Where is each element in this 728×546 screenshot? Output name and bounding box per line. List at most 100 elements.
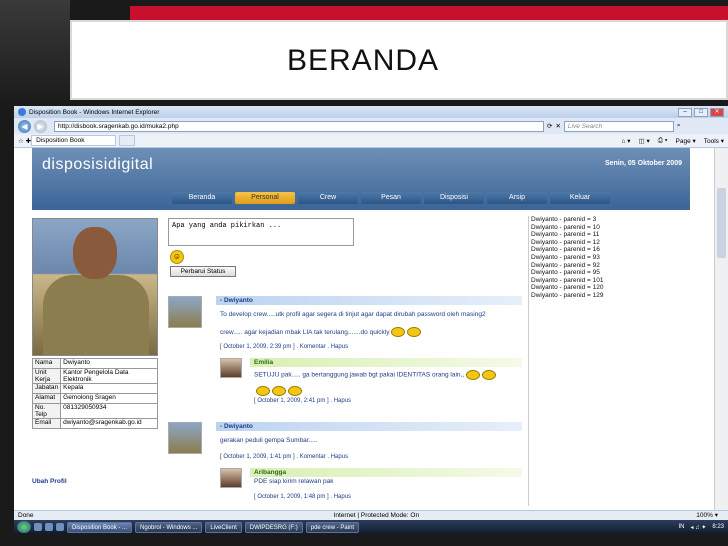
post-reply: Aribangga PDE siap kirim relawan pak [ O… bbox=[220, 468, 522, 508]
new-tab-button[interactable] bbox=[118, 135, 135, 146]
tools-menu[interactable]: Tools ▾ bbox=[704, 137, 724, 145]
nav-keluar[interactable]: Keluar bbox=[550, 192, 610, 204]
feeds-icon[interactable]: ◫ ▾ bbox=[639, 137, 650, 145]
maximize-button[interactable]: □ bbox=[694, 107, 708, 117]
list-item: Dwiyanto - parenid = 11 bbox=[531, 231, 600, 239]
profile-row: No. Telp 081329050934 bbox=[31, 403, 158, 419]
browser-tab[interactable]: Disposition Book bbox=[31, 135, 116, 146]
favorites-star-icon[interactable]: ☆ ✚ bbox=[18, 137, 31, 145]
print-icon[interactable]: ⎙ ▾ bbox=[658, 137, 668, 145]
quicklaunch-icon[interactable] bbox=[34, 523, 42, 531]
ie-icon bbox=[18, 108, 26, 116]
status-input[interactable]: Apa yang anda pikirkan ... bbox=[168, 218, 354, 246]
list-item: Dwiyanto - parenid = 3 bbox=[531, 216, 597, 223]
emoticon-icon bbox=[256, 385, 270, 396]
profile-table: Nama Dwiyanto Unit Kerja Kantor Pengelola … bbox=[31, 358, 158, 429]
taskbar-item[interactable]: pde crew - Paint bbox=[305, 521, 360, 533]
slide-title-box: BERANDA bbox=[70, 20, 728, 100]
photo-body bbox=[43, 275, 149, 355]
list-item: Dwiyanto - parenid = 92 bbox=[531, 261, 600, 269]
browser-screenshot: Disposition Book - Windows Internet Expl… bbox=[14, 106, 728, 534]
parent-id-list: Dwiyanto - parenid = 3 Dwiyanto - pareni… bbox=[528, 216, 688, 506]
feed-post: - Dwiyanto gerakan peduli gempa Sumbar..… bbox=[168, 422, 522, 508]
taskbar-item[interactable]: Disposition Book - ... bbox=[67, 521, 133, 533]
feed-post: - Dwiyanto To develop crew.....utk profi… bbox=[168, 296, 522, 406]
address-bar: ◀ ▶ http://disbook.sragenkab.go.id/muka2… bbox=[14, 118, 728, 134]
quicklaunch-icon[interactable] bbox=[56, 523, 64, 531]
emoticon-icon bbox=[482, 370, 497, 380]
back-button[interactable]: ◀ bbox=[18, 119, 31, 133]
search-icon[interactable]: ⌕ bbox=[677, 122, 681, 130]
list-item: Dwiyanto - parenid = 93 bbox=[531, 253, 600, 261]
emoticon-icon bbox=[391, 327, 406, 338]
site-date: Senin, 05 Oktober 2009 bbox=[604, 160, 682, 167]
forward-button[interactable]: ▶ bbox=[34, 119, 47, 133]
reply-meta[interactable]: [ October 1, 2009, 1:48 pm ] . Hapus bbox=[254, 494, 351, 500]
smiley-icon[interactable]: ☺ bbox=[170, 250, 184, 264]
minimize-button[interactable]: – bbox=[678, 107, 692, 117]
nav-pesan[interactable]: Pesan bbox=[361, 192, 421, 204]
profile-key: Nama bbox=[31, 358, 62, 369]
post-text-line2: crew..... agar kejadian mbak LIA tak ter… bbox=[220, 326, 422, 340]
nav-crew[interactable]: Crew bbox=[298, 192, 358, 204]
emoticon-icon bbox=[466, 370, 481, 380]
window-title: Disposition Book - Windows Internet Expl… bbox=[29, 108, 160, 116]
reply-author[interactable]: Emilia bbox=[250, 358, 522, 367]
edit-profile-link[interactable]: Ubah Profil bbox=[32, 478, 67, 485]
nav-arsip[interactable]: Arsip bbox=[487, 192, 547, 204]
zoom-level[interactable]: 100% ▾ bbox=[696, 511, 718, 520]
taskbar-item[interactable]: LiveClient bbox=[205, 521, 242, 533]
emoticon-icon bbox=[288, 385, 302, 396]
close-button[interactable]: ✕ bbox=[710, 107, 724, 117]
list-item: Dwiyanto - parenid = 16 bbox=[531, 246, 600, 254]
refresh-icon[interactable]: ⟳ bbox=[547, 122, 552, 130]
emoticon-icon bbox=[407, 327, 422, 338]
list-item: Dwiyanto - parenid = 12 bbox=[531, 238, 600, 246]
reply-avatar bbox=[220, 468, 242, 488]
profile-key: Email bbox=[31, 418, 62, 429]
list-item: Dwiyanto - parenid = 10 bbox=[531, 223, 600, 231]
reply-meta[interactable]: [ October 1, 2009, 2:41 pm ] . Hapus bbox=[254, 398, 351, 404]
profile-row: Email dwiyanto@sragenkab.go.id bbox=[31, 418, 158, 429]
quicklaunch-icon[interactable] bbox=[45, 523, 53, 531]
profile-value: 081329050934 bbox=[60, 403, 158, 419]
post-meta[interactable]: [ October 1, 2009, 1:41 pm ] . Komentar … bbox=[220, 454, 348, 460]
profile-row: Alamat Gemolong Sragen bbox=[31, 393, 158, 404]
slide-title: BERANDA bbox=[287, 44, 440, 77]
post-text: To develop crew.....utk profil agar sege… bbox=[220, 311, 486, 318]
profile-key: Jabatan bbox=[31, 383, 62, 394]
tray-icons[interactable]: ◂ ♫ ✦ bbox=[690, 524, 706, 531]
profile-value: dwiyanto@sragenkab.go.id bbox=[60, 418, 158, 429]
update-status-button[interactable]: Perbarui Status bbox=[170, 266, 236, 277]
post-text: gerakan peduli gempa Sumbar..... bbox=[220, 437, 318, 444]
post-author[interactable]: - Dwiyanto bbox=[216, 296, 522, 305]
nav-beranda[interactable]: Beranda bbox=[172, 192, 232, 204]
window-controls: – □ ✕ bbox=[678, 107, 724, 117]
post-author[interactable]: - Dwiyanto bbox=[216, 422, 522, 431]
reply-text: PDE siap kirim relawan pak bbox=[254, 478, 334, 485]
home-icon[interactable]: ⌂ ▾ bbox=[622, 137, 631, 145]
stop-icon[interactable]: ✕ bbox=[555, 122, 560, 130]
post-meta[interactable]: [ October 1, 2009, 2:39 pm ] . Komentar … bbox=[220, 344, 348, 350]
tab-bar: ☆ ✚ Disposition Book ⌂ ▾ ◫ ▾ ⎙ ▾ Page ▾ … bbox=[14, 134, 728, 148]
start-button[interactable] bbox=[17, 521, 31, 533]
post-text-content: crew..... agar kejadian mbak LIA tak ter… bbox=[220, 329, 390, 336]
profile-key: Alamat bbox=[31, 393, 62, 404]
taskbar-item[interactable]: DWIPDESRG (F:) bbox=[244, 521, 303, 533]
profile-value: Gemolong Sragen bbox=[60, 393, 158, 404]
scroll-thumb[interactable] bbox=[717, 188, 726, 258]
profile-row: Nama Dwiyanto bbox=[31, 358, 158, 369]
post-avatar bbox=[168, 422, 202, 454]
profile-value: Kantor Pengelola Data Elektronik bbox=[60, 368, 158, 384]
search-input[interactable]: Live Search bbox=[563, 120, 674, 132]
nav-disposisi[interactable]: Disposisi bbox=[424, 192, 484, 204]
url-field[interactable]: http://disbook.sragenkab.go.id/muka2.php bbox=[54, 120, 544, 132]
page-menu[interactable]: Page ▾ bbox=[676, 137, 696, 145]
language-indicator[interactable]: IN bbox=[678, 524, 684, 531]
reply-author[interactable]: Aribangga bbox=[250, 468, 522, 477]
reply-text: SETUJU pak..... ga bertanggung jawab bgt… bbox=[254, 371, 465, 379]
nav-personal[interactable]: Personal bbox=[235, 192, 295, 204]
clock[interactable]: 8:23 bbox=[712, 524, 724, 531]
vertical-scrollbar[interactable] bbox=[714, 148, 728, 510]
taskbar-item[interactable]: Ngobrol - Windows ... bbox=[135, 521, 203, 533]
